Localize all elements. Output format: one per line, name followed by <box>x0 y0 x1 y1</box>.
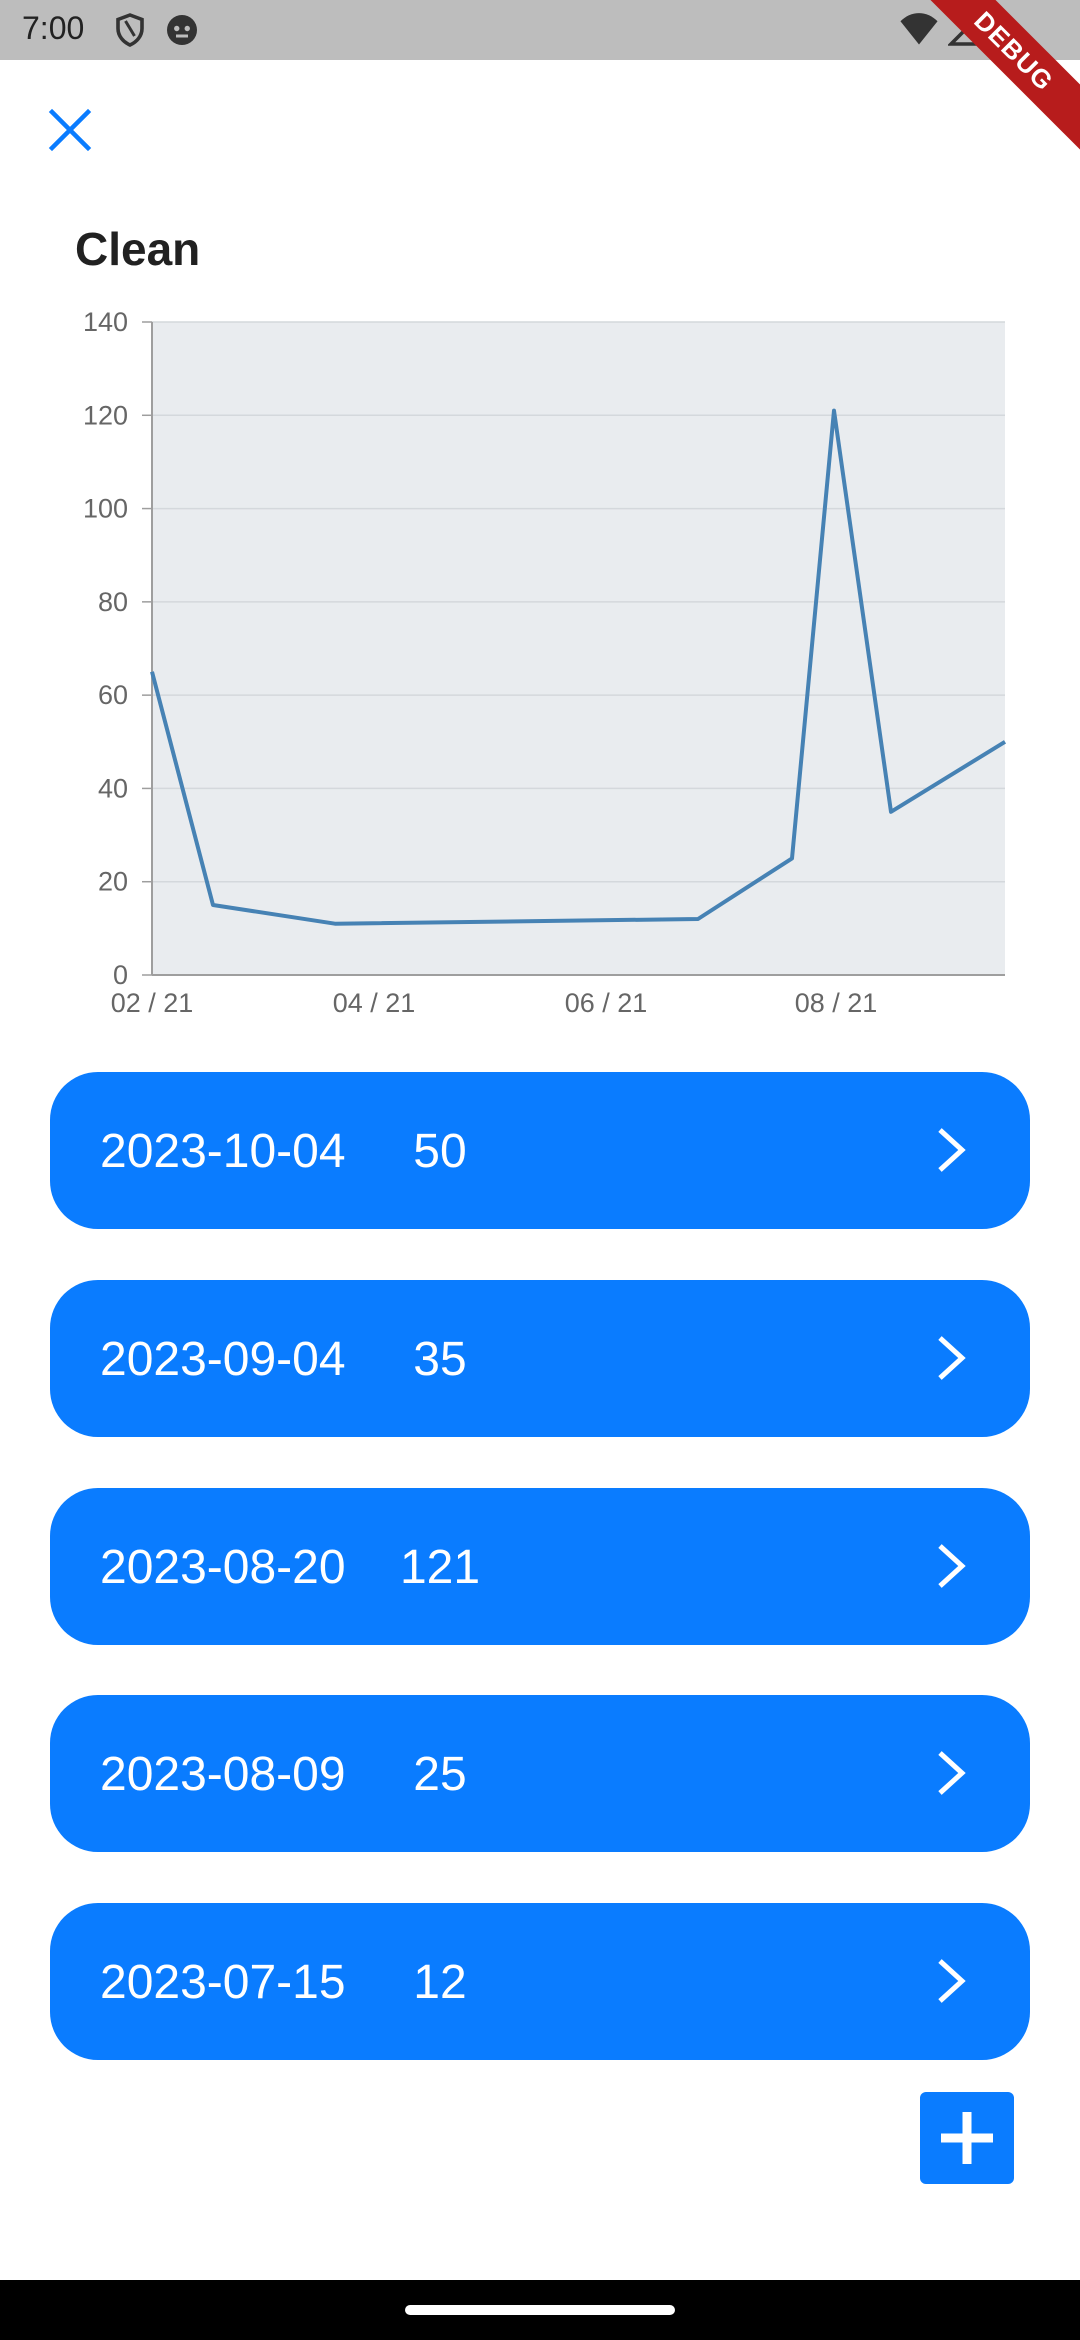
y-tick-label: 140 <box>83 307 128 337</box>
close-icon <box>48 108 92 152</box>
entry-row[interactable]: 2023-08-20 121 <box>50 1488 1030 1645</box>
chevron-right-icon <box>938 1959 966 2003</box>
shield-icon <box>112 12 148 53</box>
chevron-right-icon <box>938 1336 966 1380</box>
line-chart: 0 20 40 60 80 100 120 140 02 / 21 04 / 21 06 / 21 0… <box>83 307 1007 1018</box>
entry-value: 35 <box>413 1333 467 1386</box>
x-tick-label: 04 / 21 <box>333 988 416 1018</box>
y-tick-label: 60 <box>98 680 128 710</box>
chevron-right-icon <box>938 1128 966 1172</box>
x-tick-label: 06 / 21 <box>565 988 648 1018</box>
wifi-icon <box>900 12 938 51</box>
close-button[interactable] <box>40 100 100 160</box>
entry-row[interactable]: 2023-09-04 35 <box>50 1280 1030 1437</box>
entry-row[interactable]: 2023-07-15 12 <box>50 1903 1030 2060</box>
home-gesture-handle[interactable] <box>405 2305 675 2315</box>
y-tick-label: 40 <box>98 773 128 803</box>
plus-icon <box>941 2112 993 2164</box>
entry-value: 50 <box>413 1125 467 1178</box>
status-bar: 7:00 <box>0 0 1080 60</box>
add-entry-button[interactable] <box>920 2092 1014 2184</box>
y-tick-label: 120 <box>83 400 128 430</box>
y-tick-label: 80 <box>98 587 128 617</box>
y-tick-label: 20 <box>98 867 128 897</box>
y-tick-label: 100 <box>83 494 128 524</box>
status-time: 7:00 <box>22 10 85 46</box>
entry-value: 121 <box>399 1541 481 1594</box>
y-tick-label: 0 <box>113 960 128 990</box>
plot-area <box>152 322 1005 975</box>
chevron-right-icon <box>938 1544 966 1588</box>
robot-face-icon <box>164 12 200 53</box>
x-tick-label: 08 / 21 <box>795 988 878 1018</box>
page-title: Clean <box>75 223 201 275</box>
chevron-right-icon <box>938 1751 966 1795</box>
entry-value: 25 <box>413 1748 467 1801</box>
entry-row[interactable]: 2023-08-09 25 <box>50 1695 1030 1852</box>
entry-row[interactable]: 2023-10-04 50 <box>50 1072 1030 1229</box>
x-tick-label: 02 / 21 <box>111 988 194 1018</box>
entry-value: 12 <box>413 1956 467 2009</box>
